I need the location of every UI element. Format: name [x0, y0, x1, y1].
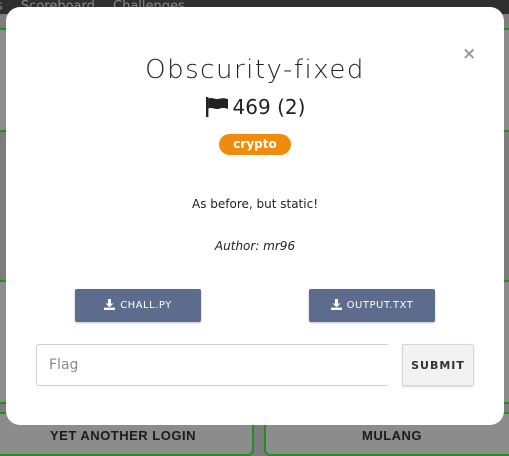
points-value: 469: [232, 95, 271, 119]
file-name: OUTPUT.TXT: [346, 300, 414, 311]
file-name: CHALL.PY: [120, 300, 172, 311]
challenge-points: 469 (2): [6, 95, 504, 122]
download-output-txt-button[interactable]: OUTPUT.TXT: [309, 289, 435, 322]
download-icon: [104, 291, 116, 324]
solve-count: (2): [277, 95, 306, 119]
card-title: YET ANOTHER LOGIN: [50, 428, 196, 443]
flag-input[interactable]: [36, 344, 388, 386]
download-icon: [330, 291, 342, 324]
card-title: MULANG: [362, 428, 423, 443]
category-tag: crypto: [219, 134, 291, 155]
download-chall-py-button[interactable]: CHALL.PY: [75, 289, 201, 322]
challenge-modal: × Obscurity-fixed 469 (2) crypto As befo…: [6, 7, 504, 425]
nav-item-partial[interactable]: s: [0, 0, 3, 14]
challenge-author: Author: mr96: [214, 239, 296, 253]
flag-icon: [205, 97, 229, 122]
challenge-title: Obscurity-fixed: [145, 55, 365, 85]
submit-button[interactable]: SUBMIT: [402, 344, 474, 386]
challenge-description: As before, but static!: [191, 197, 319, 211]
